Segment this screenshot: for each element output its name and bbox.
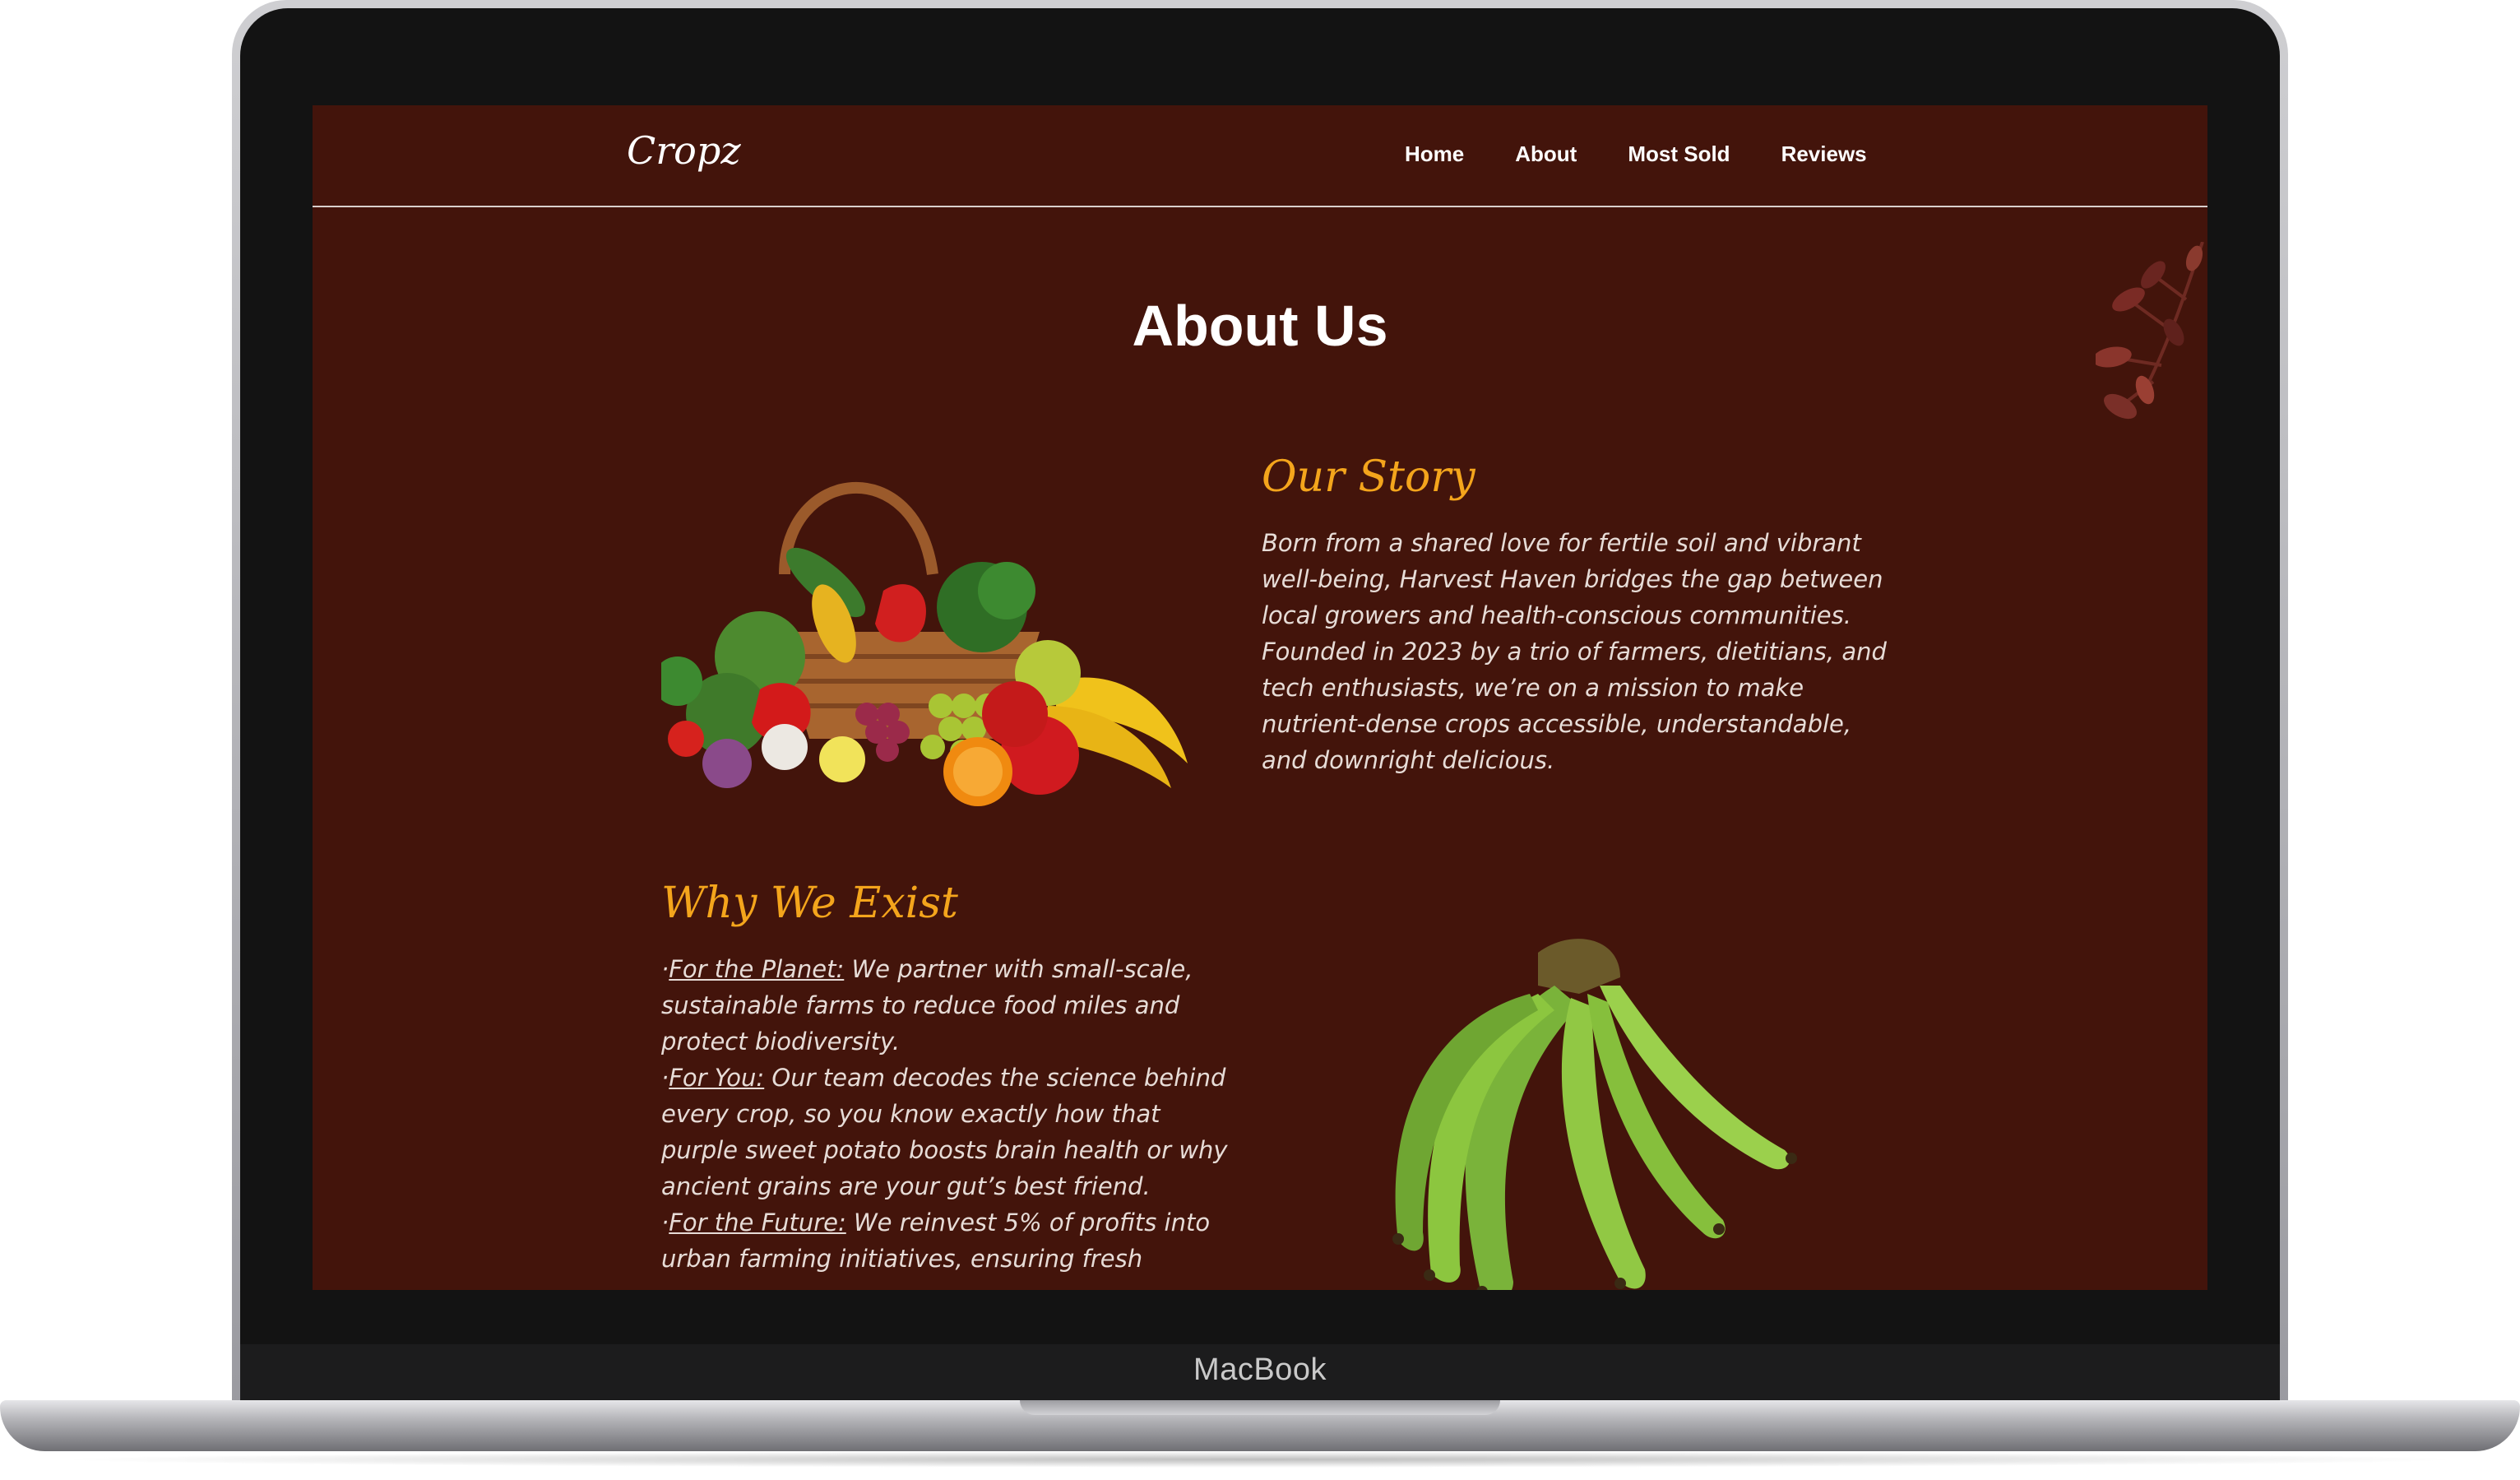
- green-banana-image: [1392, 939, 1797, 1290]
- brand-logo[interactable]: Cropz: [627, 128, 741, 173]
- why-item-you: ·For You: Our team decodes the science b…: [661, 1064, 1228, 1200]
- device-label: MacBook: [1193, 1352, 1327, 1387]
- leaves-decoration: [2096, 242, 2204, 420]
- why-item-future: ·For the Future: We reinvest 5% of profi…: [661, 1209, 1211, 1273]
- why-we-exist-heading: Why We Exist: [661, 879, 958, 928]
- nav-links: Home About Most Sold Reviews: [1405, 142, 1867, 167]
- laptop-shadow: [49, 1451, 2471, 1468]
- our-story-text: Born from a shared love for fertile soil…: [1262, 529, 1887, 774]
- browser-viewport: Cropz Home About Most Sold Reviews About…: [313, 105, 2207, 1290]
- why-we-exist-list: ·For the Planet: We partner with small-s…: [661, 951, 1237, 1277]
- page-title: About Us: [1132, 294, 1388, 358]
- nav-reviews-link[interactable]: Reviews: [1781, 142, 1867, 167]
- navbar: Cropz Home About Most Sold Reviews: [313, 105, 2207, 207]
- why-item-planet: ·For the Planet: We partner with small-s…: [661, 955, 1193, 1055]
- vegetable-basket-image: [661, 482, 1188, 806]
- nav-most-sold-link[interactable]: Most Sold: [1628, 142, 1730, 167]
- why-item-label: For You:: [669, 1064, 765, 1092]
- our-story-heading: Our Story: [1262, 452, 1475, 502]
- nav-about-link[interactable]: About: [1515, 142, 1577, 167]
- why-item-label: For the Future:: [669, 1209, 846, 1236]
- nav-home-link[interactable]: Home: [1405, 142, 1464, 167]
- why-item-label: For the Planet:: [669, 955, 845, 983]
- laptop-hinge-notch: [1020, 1400, 1500, 1415]
